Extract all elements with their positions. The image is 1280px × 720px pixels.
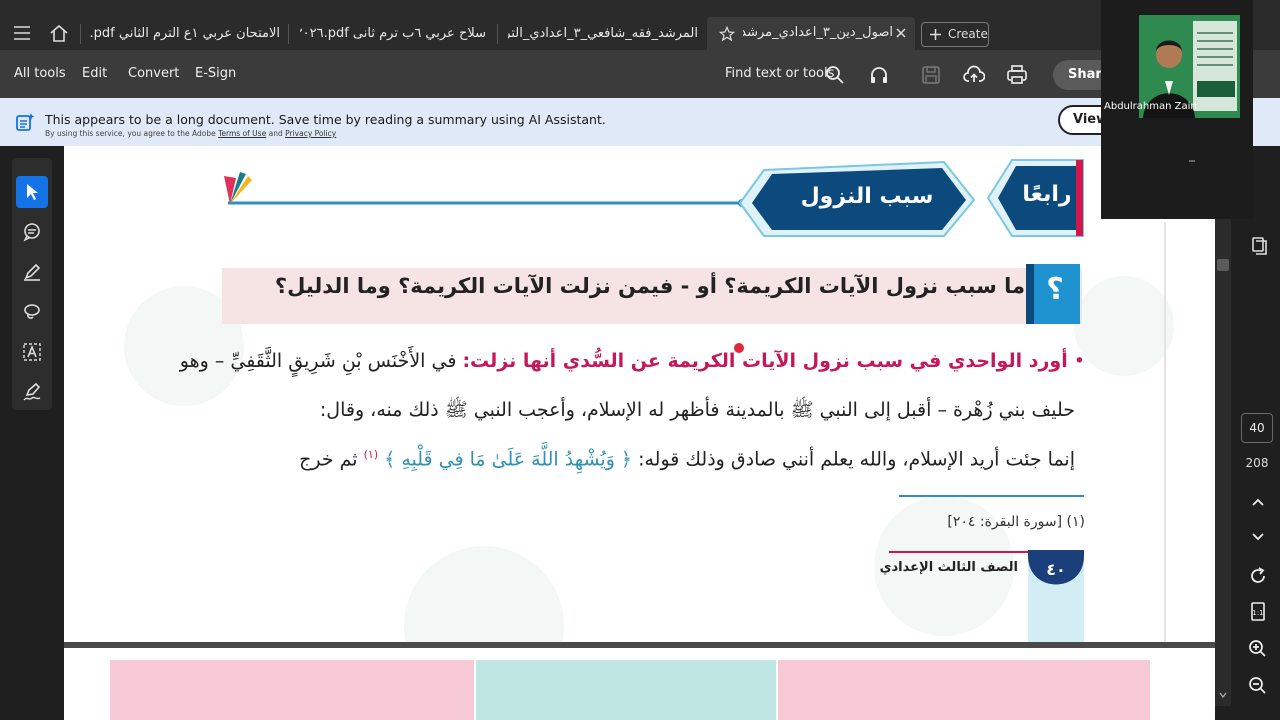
question-mark-badge: ؟ bbox=[1046, 272, 1064, 307]
paragraph-line-3: إنما جئت أريد الإسلام، والله يعلم أنني ص… bbox=[299, 448, 1075, 470]
menu-edit[interactable]: Edit bbox=[82, 66, 107, 81]
menu-icon[interactable] bbox=[14, 26, 30, 40]
tab-arabic-exam[interactable]: الامتحان عربي ١ع الترم الثاني pdf.٢٠٢٦ bbox=[90, 18, 280, 50]
webcam-indicator bbox=[1189, 160, 1195, 162]
pdf-next-page bbox=[64, 648, 1215, 720]
text-box-icon bbox=[23, 343, 41, 361]
left-tool-rail bbox=[0, 146, 64, 720]
highlight-tool[interactable] bbox=[16, 256, 48, 288]
previous-page-icon[interactable] bbox=[1244, 488, 1272, 516]
vertical-scrollbar[interactable] bbox=[1215, 146, 1231, 706]
pen-icon bbox=[24, 263, 41, 281]
terms-of-use-link[interactable]: Terms of Use bbox=[218, 129, 266, 138]
signature-pen-icon bbox=[23, 382, 41, 401]
document-viewport[interactable]: رابعًا سبب النزول ؟ ما سبب نزول الآيات ا… bbox=[64, 146, 1215, 720]
section-badge: رابعًا bbox=[1022, 182, 1072, 207]
lasso-icon bbox=[24, 304, 40, 319]
menu-esign[interactable]: E-Sign bbox=[195, 66, 236, 81]
save-icon[interactable] bbox=[920, 64, 942, 86]
banner-message: This appears to be a long document. Save… bbox=[45, 112, 606, 127]
bullet: • bbox=[1067, 350, 1085, 372]
print-icon[interactable] bbox=[1006, 64, 1028, 86]
tab-arabic-weapon[interactable]: سلاح عربي ٦ب ترم ثانى pdf.٢٠٢٦ bbox=[300, 18, 486, 50]
grade-label: الصف الثالث الإعدادي bbox=[879, 560, 1018, 575]
paragraph-line-1: • أورد الواحدي في سبب نزول الآيات الكريم… bbox=[180, 350, 1085, 372]
toolbar: All tools Edit Convert E-Sign Find text … bbox=[0, 50, 1280, 98]
read-aloud-icon[interactable] bbox=[868, 64, 890, 86]
search-icon[interactable] bbox=[824, 64, 846, 86]
star-icon[interactable] bbox=[719, 26, 735, 42]
scrollbar-thumb[interactable] bbox=[1217, 259, 1229, 271]
paragraph-line-2: حليف بني زُهْرة – أقبل إلى النبي ﷺ بالمد… bbox=[319, 399, 1075, 421]
pdf-page: رابعًا سبب النزول ؟ ما سبب نزول الآيات ا… bbox=[64, 146, 1215, 642]
text-box-tool[interactable] bbox=[16, 336, 48, 368]
menu-convert[interactable]: Convert bbox=[128, 66, 179, 81]
ai-assistant-icon bbox=[16, 113, 35, 131]
find-text-button[interactable]: Find text or tools bbox=[725, 66, 834, 81]
privacy-policy-link[interactable]: Privacy Policy bbox=[285, 129, 336, 138]
zoom-out-icon[interactable] bbox=[1244, 672, 1272, 700]
presenter-name: Abdulrahman Zain bbox=[1104, 101, 1197, 112]
paragraph-line-3-start: إنما جئت أريد الإسلام، والله يعلم أنني ص… bbox=[638, 448, 1075, 471]
next-page-pink-block-left bbox=[110, 660, 474, 720]
highlighted-intro: أورد الواحدي في سبب نزول الآيات الكريمة … bbox=[462, 350, 1068, 372]
page-number-badge: ٤٠ bbox=[1046, 560, 1066, 579]
tab-label: اصول_دين_٣_اعدادي_مرشد... bbox=[743, 25, 893, 40]
paragraph-line-3-end: ثم خرج bbox=[299, 448, 358, 471]
cursor-icon bbox=[27, 184, 38, 200]
svg-text:1:1: 1:1 bbox=[1252, 609, 1263, 617]
quick-tools-panel bbox=[12, 158, 52, 410]
section-title: سبب النزول bbox=[800, 184, 934, 209]
create-label: Create bbox=[948, 27, 988, 41]
actual-size-icon[interactable]: 1:1 bbox=[1244, 598, 1272, 626]
sign-tool[interactable] bbox=[16, 376, 48, 408]
close-tab-icon[interactable] bbox=[896, 28, 906, 38]
home-icon[interactable] bbox=[49, 24, 69, 42]
question-text: ما سبب نزول الآيات الكريمة؟ أو - فيمن نز… bbox=[274, 274, 1025, 298]
create-button[interactable]: Create bbox=[921, 22, 989, 47]
right-navigation-rail: 40 208 1:1 bbox=[1215, 146, 1280, 720]
plus-icon bbox=[930, 29, 941, 40]
upload-cloud-icon[interactable] bbox=[963, 64, 985, 86]
quran-verse: ﴿ وَيُشْهِدُ اللَّهَ عَلَىٰ مَا فِي قَلْ… bbox=[384, 448, 633, 471]
page-count: 208 bbox=[1245, 456, 1269, 470]
next-page-teal-block bbox=[476, 660, 776, 720]
comment-icon bbox=[23, 223, 40, 242]
organize-pages-icon[interactable] bbox=[1244, 232, 1272, 260]
banner-legal: By using this service, you agree to the … bbox=[45, 129, 336, 138]
rotate-icon[interactable] bbox=[1244, 562, 1272, 590]
tab-usul-deen[interactable]: اصول_دين_٣_اعدادي_مرشد... bbox=[707, 17, 915, 50]
next-page-icon[interactable] bbox=[1244, 523, 1272, 551]
footnote: (١) [سورة البقرة: ٢٠٤] bbox=[947, 514, 1085, 530]
webcam-overlay: Abdulrahman Zain bbox=[1101, 0, 1253, 219]
tab-bar: الامتحان عربي ١ع الترم الثاني pdf.٢٠٢٦ س… bbox=[0, 0, 1280, 50]
scroll-down-arrow-icon[interactable] bbox=[1219, 692, 1227, 698]
zoom-in-icon[interactable] bbox=[1244, 635, 1272, 663]
next-page-pink-block-right bbox=[778, 660, 1150, 720]
draw-tool[interactable] bbox=[16, 296, 48, 328]
legal-and: and bbox=[268, 129, 283, 138]
comment-tool[interactable] bbox=[16, 216, 48, 248]
menu-all-tools[interactable]: All tools bbox=[14, 66, 66, 81]
legal-prefix: By using this service, you agree to the … bbox=[45, 129, 216, 138]
footnote-mark: (١) bbox=[363, 448, 379, 461]
tab-fiqh-guide[interactable]: المرشد_فقه_شافعي_٣_اعدادي_الترم_ا... bbox=[508, 18, 698, 50]
select-tool[interactable] bbox=[16, 176, 48, 208]
current-page-input[interactable]: 40 bbox=[1241, 413, 1273, 443]
paragraph-line-1-rest: في الأَخْنَس بْنِ شَرِيقٍ الثَّقَفِيِّ –… bbox=[179, 350, 457, 372]
